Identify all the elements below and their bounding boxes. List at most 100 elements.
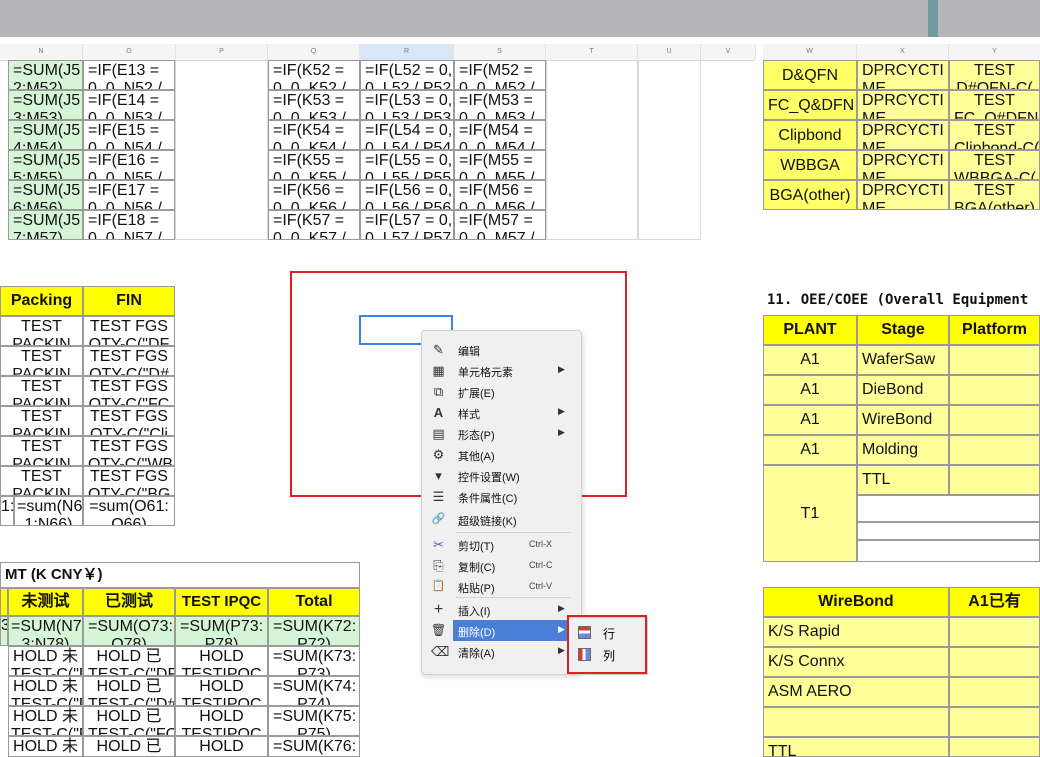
mt-sum-cell[interactable]: =SUM(N7 3:N78) xyxy=(8,616,83,646)
cell-w-label[interactable]: Clipbond xyxy=(763,120,857,150)
col-header-n[interactable]: N xyxy=(0,44,83,60)
cell-n52[interactable]: =SUM(J5 2:M52) xyxy=(8,60,83,90)
oee-blank-cell[interactable] xyxy=(857,522,1040,540)
col-header-q[interactable]: Q xyxy=(268,44,360,60)
cell-q57[interactable]: =IF(K57 = 0, 0, K57 / xyxy=(268,210,360,240)
cell-p-blank[interactable] xyxy=(175,60,268,240)
oee-platform-cell[interactable] xyxy=(949,375,1040,405)
wirebond-row[interactable] xyxy=(763,707,949,737)
mt-header-tested[interactable]: 已测试 xyxy=(83,588,175,616)
mt-cell[interactable]: =SUM(K75: P75) xyxy=(268,706,360,736)
oee-stage-cell[interactable]: WireBond xyxy=(857,405,949,435)
mt-cell[interactable]: HOLD TESTIPQC xyxy=(175,736,268,757)
menu-item-expand[interactable]: ⧉ 扩展(E) xyxy=(422,381,581,402)
wirebond-row[interactable]: ASM AERO xyxy=(763,677,949,707)
cell-y[interactable]: TEST WBBGA-C( xyxy=(949,150,1040,180)
mt-header-total[interactable]: Total xyxy=(268,588,360,616)
menu-item-delete[interactable]: 删除(D) ▶ xyxy=(453,620,569,641)
menu-item-cut[interactable]: ✂ 剪切(T) Ctrl-X xyxy=(422,534,581,555)
menu-item-form[interactable]: ▤ 形态(P) ▶ xyxy=(422,423,581,444)
cell-s56[interactable]: =IF(M56 = 0, 0, M56 / xyxy=(454,180,546,210)
col-header-t[interactable]: T xyxy=(546,44,638,60)
menu-item-edit[interactable]: ✎ 编辑 xyxy=(422,339,581,360)
oee-plant-cell[interactable]: A1 xyxy=(763,435,857,465)
cell-x[interactable]: DPRCYCTI ME xyxy=(857,180,949,210)
mt-cell[interactable]: HOLD TESTIPQC xyxy=(175,706,268,736)
col-header-r[interactable]: R xyxy=(360,44,454,60)
col-header-v[interactable]: V xyxy=(701,44,756,60)
cell-r57[interactable]: =IF(L57 = 0, 0, L57 / P57 xyxy=(360,210,454,240)
cell-n55[interactable]: =SUM(J5 5:M55) xyxy=(8,150,83,180)
mt-header-untested[interactable]: 未测试 xyxy=(8,588,83,616)
oee-blank-cell[interactable] xyxy=(857,495,1040,522)
sum-left-cell[interactable]: 1: xyxy=(0,496,14,526)
mt-cell[interactable]: HOLD TESTIPQC xyxy=(175,646,268,676)
cell-r55[interactable]: =IF(L55 = 0, 0, L55 / P55 xyxy=(360,150,454,180)
oee-header-plant[interactable]: PLANT xyxy=(763,315,857,345)
mt-cell[interactable]: HOLD 未 TEST-C("FC xyxy=(8,706,83,736)
mt-cell[interactable]: =SUM(K76: P76) xyxy=(268,736,360,757)
fin-cell[interactable]: TEST FGS QTY-C("BG xyxy=(83,466,175,496)
packing-cell[interactable]: TEST PACKIN xyxy=(0,406,83,436)
col-header-w[interactable]: W xyxy=(763,44,857,60)
cell-r54[interactable]: =IF(L54 = 0, 0, L54 / P54 xyxy=(360,120,454,150)
cell-x[interactable]: DPRCYCTI ME xyxy=(857,120,949,150)
mt-header-ipqc[interactable]: TEST IPQC xyxy=(175,588,268,616)
cell-q55[interactable]: =IF(K55 = 0, 0, K55 / xyxy=(268,150,360,180)
wirebond-value[interactable] xyxy=(949,647,1040,677)
col-header-p[interactable]: P xyxy=(176,44,268,60)
cell-u-blank[interactable] xyxy=(638,60,701,240)
cell-y[interactable]: TEST BGA(other) xyxy=(949,180,1040,210)
oee-platform-cell[interactable] xyxy=(949,405,1040,435)
mt-title[interactable]: MT (K CNY￥) xyxy=(0,562,360,588)
fin-cell[interactable]: TEST FGS QTY-C("Cli xyxy=(83,406,175,436)
cell-w-label[interactable]: D&QFN xyxy=(763,60,857,90)
cell-w-label[interactable]: FC_Q&DFN xyxy=(763,90,857,120)
oee-plant-cell[interactable]: A1 xyxy=(763,405,857,435)
oee-t1-cell[interactable]: T1 xyxy=(763,465,857,562)
oee-platform-cell[interactable] xyxy=(949,435,1040,465)
menu-item-style[interactable]: A 样式 ▶ xyxy=(422,402,581,423)
oee-stage-cell[interactable]: WaferSaw xyxy=(857,345,949,375)
wirebond-value[interactable] xyxy=(949,617,1040,647)
packing-cell[interactable]: TEST PACKIN xyxy=(0,316,83,346)
fin-cell[interactable]: TEST FGS QTY-C("D# xyxy=(83,346,175,376)
packing-cell[interactable]: TEST PACKIN xyxy=(0,466,83,496)
menu-item-other[interactable]: ⚙ 其他(A) xyxy=(422,444,581,465)
oee-plant-cell[interactable]: A1 xyxy=(763,375,857,405)
cell-q56[interactable]: =IF(K56 = 0, 0, K56 / xyxy=(268,180,360,210)
cell-o54[interactable]: =IF(E15 = 0, 0, N54 / xyxy=(83,120,175,150)
col-header-y[interactable]: Y xyxy=(949,44,1040,60)
cell-o52[interactable]: =IF(E13 = 0, 0, N52 / xyxy=(83,60,175,90)
packing-cell[interactable]: TEST PACKIN xyxy=(0,376,83,406)
cell-o53[interactable]: =IF(E14 = 0, 0, N53 / xyxy=(83,90,175,120)
cell-s54[interactable]: =IF(M54 = 0, 0, M54 / xyxy=(454,120,546,150)
oee-header-platform[interactable]: Platform xyxy=(949,315,1040,345)
packing-header[interactable]: Packing xyxy=(0,286,83,316)
wirebond-row[interactable]: K/S Rapid xyxy=(763,617,949,647)
wirebond-value[interactable] xyxy=(949,707,1040,737)
cell-r56[interactable]: =IF(L56 = 0, 0, L56 / P56 xyxy=(360,180,454,210)
wirebond-row[interactable]: TTL xyxy=(763,737,949,757)
mt-cell[interactable]: HOLD 已 TEST-C("Cl xyxy=(83,736,175,757)
cell-w-label[interactable]: WBBGA xyxy=(763,150,857,180)
col-header-u[interactable]: U xyxy=(638,44,701,60)
mt-cell[interactable]: =SUM(K73: P73) xyxy=(268,646,360,676)
mt-sum-cell[interactable]: =SUM(P73: P78) xyxy=(175,616,268,646)
cell-r53[interactable]: =IF(L53 = 0, 0, L53 / P53 xyxy=(360,90,454,120)
menu-item-copy[interactable]: ⎘ 复制(C) Ctrl-C xyxy=(422,555,581,576)
oee-header-stage[interactable]: Stage xyxy=(857,315,949,345)
oee-ttl-cell[interactable]: TTL xyxy=(857,465,949,495)
wirebond-value[interactable] xyxy=(949,737,1040,757)
cell-q53[interactable]: =IF(K53 = 0, 0, K53 / xyxy=(268,90,360,120)
cell-n53[interactable]: =SUM(J5 3:M53) xyxy=(8,90,83,120)
wirebond-header[interactable]: WireBond xyxy=(763,587,949,617)
cell-w-label[interactable]: BGA(other) xyxy=(763,180,857,210)
mt-first-left[interactable]: 3 xyxy=(0,616,8,646)
wirebond-value[interactable] xyxy=(949,677,1040,707)
fin-cell[interactable]: TEST FGS QTY-C("FC xyxy=(83,376,175,406)
menu-item-hyperlink[interactable]: 🔗 超级链接(K) xyxy=(422,509,581,530)
cell-s52[interactable]: =IF(M52 = 0, 0, M52 / xyxy=(454,60,546,90)
menu-item-condition[interactable]: ☰ 条件属性(C) xyxy=(422,486,581,507)
mt-cell[interactable]: HOLD 已 TEST-C("D# xyxy=(83,676,175,706)
